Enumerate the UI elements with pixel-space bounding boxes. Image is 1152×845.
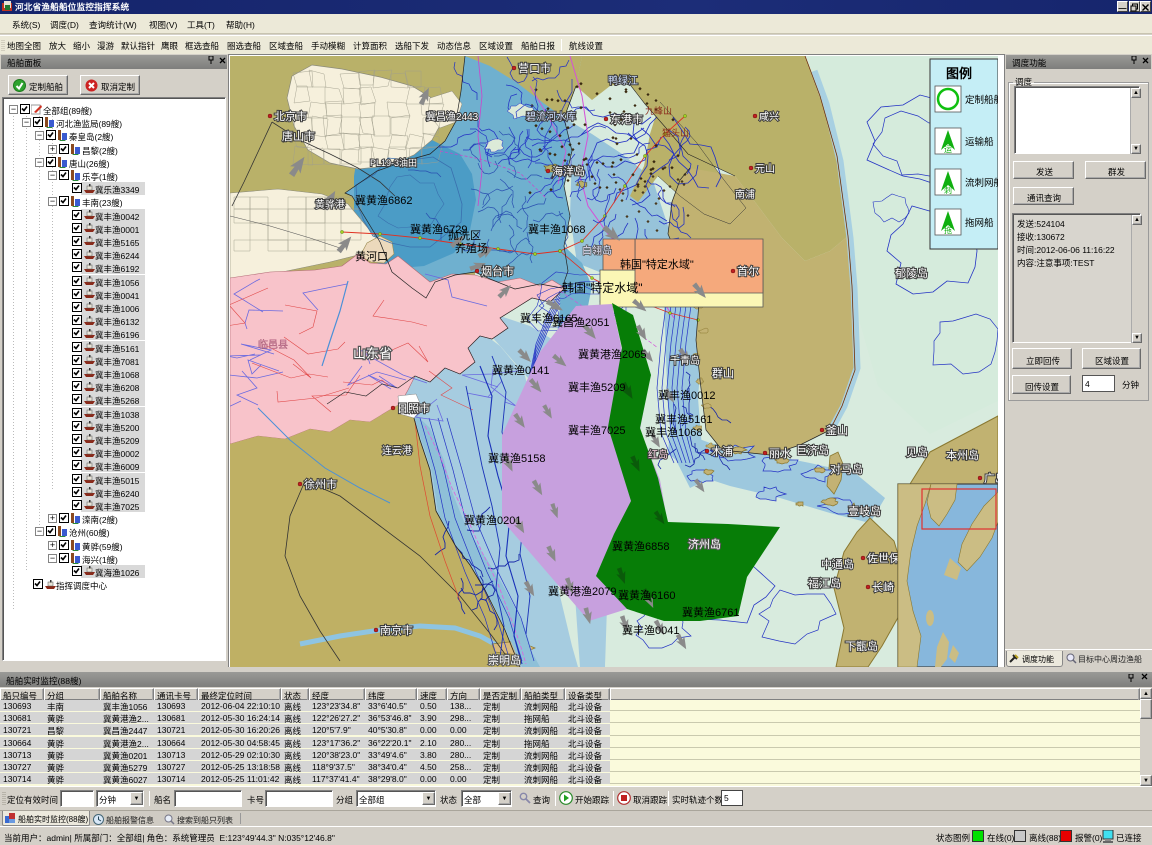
- svg-text:唐山市: 唐山市: [282, 129, 315, 143]
- svg-text:南浦: 南浦: [735, 188, 755, 201]
- svg-text:济州岛: 济州岛: [688, 537, 721, 551]
- svg-text:连云港: 连云港: [382, 444, 412, 457]
- svg-text:巨济岛: 巨济岛: [796, 443, 829, 457]
- svg-text:海洋岛: 海洋岛: [552, 164, 585, 178]
- svg-text:九峰山: 九峰山: [645, 106, 672, 116]
- svg-text:碧流河水库: 碧流河水库: [526, 110, 576, 123]
- svg-text:冀黄渔6761: 冀黄渔6761: [682, 605, 739, 619]
- svg-text:冀丰渔5161: 冀丰渔5161: [655, 412, 712, 426]
- svg-text:丽水: 丽水: [769, 447, 791, 460]
- svg-text:本州岛: 本州岛: [946, 448, 979, 462]
- svg-text:冀丰渔0041: 冀丰渔0041: [622, 623, 679, 637]
- svg-text:冀丰渔0012: 冀丰渔0012: [658, 388, 715, 402]
- svg-text:群山: 群山: [712, 366, 734, 380]
- svg-text:下甑岛: 下甑岛: [845, 639, 878, 653]
- svg-text:山东省: 山东省: [353, 346, 392, 361]
- svg-text:佐世保: 佐世保: [867, 551, 900, 565]
- svg-text:图例: 图例: [946, 66, 972, 81]
- svg-text:冀丰渔7025: 冀丰渔7025: [568, 423, 625, 437]
- svg-text:崇明岛: 崇明岛: [488, 653, 521, 667]
- svg-text:临邑县: 临邑县: [258, 338, 288, 351]
- svg-text:冀黄港渔2065: 冀黄港渔2065: [578, 347, 646, 361]
- svg-text:郁陵岛: 郁陵岛: [895, 266, 928, 280]
- svg-text:PL19-3油田: PL19-3油田: [370, 157, 417, 168]
- svg-text:对马岛: 对马岛: [830, 462, 863, 476]
- svg-text:定制船舶: 定制船舶: [965, 94, 998, 106]
- svg-text:元山: 元山: [755, 163, 775, 175]
- svg-text:见岛: 见岛: [906, 445, 928, 459]
- svg-text:冀丰渔5209: 冀丰渔5209: [568, 380, 625, 394]
- svg-text:冀黄港渔2079: 冀黄港渔2079: [548, 584, 616, 598]
- svg-text:千青岛: 千青岛: [670, 354, 700, 367]
- svg-text:南京市: 南京市: [380, 623, 413, 637]
- svg-text:韩国"特定水域": 韩国"特定水域": [620, 257, 694, 271]
- svg-text:东港市: 东港市: [610, 112, 643, 126]
- svg-text:抛洗区: 抛洗区: [448, 228, 481, 242]
- svg-text:咸兴: 咸兴: [759, 111, 779, 123]
- svg-text:徐州市: 徐州市: [304, 477, 337, 491]
- svg-text:冀昌渔2051: 冀昌渔2051: [552, 315, 609, 329]
- svg-text:红岛: 红岛: [648, 448, 668, 461]
- svg-text:运: 运: [944, 145, 952, 154]
- svg-text:黄河口: 黄河口: [355, 249, 388, 263]
- svg-text:猫头山: 猫头山: [662, 127, 689, 138]
- svg-text:釜山: 釜山: [826, 423, 848, 437]
- svg-text:冀昌渔2443: 冀昌渔2443: [426, 110, 479, 123]
- svg-text:黄骅港: 黄骅港: [315, 198, 345, 211]
- svg-text:拖: 拖: [944, 225, 952, 235]
- svg-text:冀黄渔0141: 冀黄渔0141: [492, 363, 549, 377]
- svg-text:中通岛: 中通岛: [821, 557, 854, 571]
- svg-text:北京市: 北京市: [274, 109, 307, 123]
- svg-text:壹岐岛: 壹岐岛: [848, 504, 881, 518]
- svg-text:冀黄渔6160: 冀黄渔6160: [618, 588, 675, 602]
- svg-text:运输船: 运输船: [965, 136, 994, 148]
- svg-text:广岛: 广岛: [984, 471, 998, 485]
- svg-text:冀黄渔5158: 冀黄渔5158: [488, 451, 545, 465]
- svg-text:烟台市: 烟台市: [481, 264, 514, 278]
- svg-text:首尔: 首尔: [737, 264, 759, 278]
- svg-text:刺: 刺: [944, 186, 952, 195]
- svg-text:流刺网船: 流刺网船: [965, 177, 998, 189]
- svg-text:白翎岛: 白翎岛: [582, 244, 612, 257]
- svg-text:鸭绿江: 鸭绿江: [608, 74, 638, 87]
- svg-text:冀丰渔1068: 冀丰渔1068: [528, 222, 585, 236]
- svg-text:长崎: 长崎: [872, 580, 894, 594]
- svg-text:韩国"特定水域": 韩国"特定水域": [562, 280, 643, 295]
- svg-text:木浦: 木浦: [711, 445, 733, 458]
- svg-text:冀黄渔6862: 冀黄渔6862: [355, 193, 412, 207]
- svg-text:冀丰渔1068: 冀丰渔1068: [645, 425, 702, 439]
- svg-text:养殖场: 养殖场: [455, 241, 488, 255]
- svg-text:福江岛: 福江岛: [808, 576, 841, 590]
- svg-text:拖网船: 拖网船: [965, 217, 994, 229]
- svg-text:冀黄渔6858: 冀黄渔6858: [612, 539, 669, 553]
- svg-text:冀黄渔0201: 冀黄渔0201: [464, 513, 521, 527]
- svg-text:日照市: 日照市: [397, 401, 430, 415]
- svg-text:营口市: 营口市: [518, 61, 551, 75]
